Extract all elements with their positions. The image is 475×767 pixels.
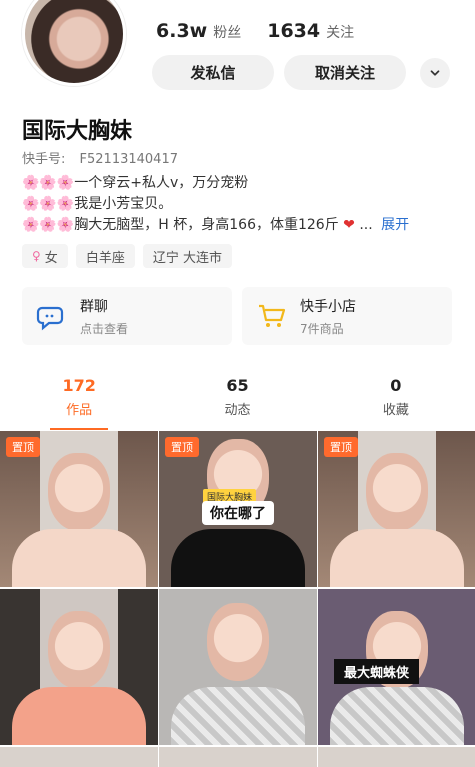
shopping-cart-icon	[259, 304, 286, 327]
tab-label: 动态	[224, 403, 251, 418]
thumbnail-art	[366, 453, 428, 531]
bio-line: 🌸🌸🌸一个穿云+私人v，万分宠粉	[22, 175, 249, 191]
expand-bio-link[interactable]: 展开	[381, 217, 409, 233]
tag-text: 女	[44, 250, 58, 266]
tab-moments[interactable]: 65 动态	[158, 372, 316, 430]
video-thumbnail[interactable]: 置顶	[0, 431, 158, 587]
location-tag: 辽宁 大连市	[142, 244, 232, 268]
kuaishou-id-value: F52113140417	[79, 152, 178, 167]
thumbnail-art	[48, 611, 110, 689]
thumbnail-art	[48, 453, 110, 531]
tab-favorites[interactable]: 0 收藏	[317, 372, 475, 430]
profile-header: 6.3w 粉丝 1634 关注 发私信 取消关注	[0, 0, 475, 110]
tab-label: 收藏	[382, 403, 409, 418]
video-thumbnail[interactable]	[159, 747, 317, 767]
thumbnail-art	[330, 687, 464, 745]
card-subtitle: 点击查看	[80, 321, 129, 336]
kuaishou-id: 快手号: F52113140417	[22, 148, 178, 167]
followers-count[interactable]: 6.3w	[156, 20, 207, 42]
thumbnail-art	[12, 687, 146, 745]
bio-line: 🌸🌸🌸胸大无脑型，H 杯，身高166，体重126斤 ❤ ... 展开	[22, 215, 462, 236]
content-tabs: 172 作品 65 动态 0 收藏	[0, 372, 475, 430]
shop-card[interactable]: 快手小店 7件商品	[242, 287, 452, 345]
tag-text: 白羊座	[85, 250, 125, 266]
video-caption: 你在哪了	[202, 501, 274, 525]
zodiac-tag: 白羊座	[75, 244, 135, 268]
heart-icon: ❤	[343, 217, 355, 233]
gender-tag: ♀ 女	[22, 244, 68, 268]
thumbnail-art	[207, 603, 269, 681]
feature-cards: 群聊 点击查看 快手小店 7件商品	[22, 287, 452, 345]
stats-row: 6.3w 粉丝 1634 关注	[156, 20, 380, 42]
action-buttons: 发私信 取消关注	[152, 55, 450, 90]
group-chat-card[interactable]: 群聊 点击查看	[22, 287, 232, 345]
card-subtitle: 7件商品	[300, 321, 344, 336]
card-title: 群聊	[80, 298, 108, 315]
pinned-badge: 置顶	[324, 437, 358, 457]
female-icon: ♀	[32, 249, 41, 263]
profile-bio: 🌸🌸🌸一个穿云+私人v，万分宠粉 🌸🌸🌸我是小芳宝贝。 🌸🌸🌸胸大无脑型，H 杯…	[22, 173, 462, 236]
thumbnail-art	[171, 529, 305, 587]
video-thumbnail[interactable]	[0, 589, 158, 745]
tab-count: 65	[226, 376, 249, 395]
tag-text: 辽宁 大连市	[152, 250, 222, 266]
thumbnail-art	[330, 529, 464, 587]
pinned-badge: 置顶	[6, 437, 40, 457]
card-title: 快手小店	[300, 298, 356, 315]
bio-text: 🌸🌸🌸胸大无脑型，H 杯，身高166，体重126斤	[22, 217, 339, 233]
video-thumbnail[interactable]	[0, 747, 158, 767]
pinned-badge: 置顶	[165, 437, 199, 457]
profile-tags: ♀ 女 白羊座 辽宁 大连市	[22, 244, 240, 268]
tab-count: 172	[62, 376, 96, 395]
message-button[interactable]: 发私信	[152, 55, 274, 90]
more-options-button[interactable]	[420, 57, 450, 88]
video-thumbnail[interactable]: 置顶 国际大胸妹 你在哪了	[159, 431, 317, 587]
video-thumbnail[interactable]	[318, 747, 475, 767]
following-label: 关注	[326, 25, 355, 41]
following-count[interactable]: 1634	[267, 20, 320, 42]
video-thumbnail[interactable]: 置顶	[318, 431, 475, 587]
video-thumbnail[interactable]	[159, 589, 317, 745]
kuaishou-id-label: 快手号:	[22, 152, 66, 167]
tab-count: 0	[390, 376, 402, 395]
avatar[interactable]	[22, 0, 126, 86]
video-grid: 置顶 置顶 国际大胸妹 你在哪了 置顶 最大蜘蛛侠	[0, 431, 475, 767]
tab-label: 作品	[66, 403, 93, 418]
followers-label: 粉丝	[213, 25, 242, 41]
thumbnail-art	[171, 687, 305, 745]
unfollow-button[interactable]: 取消关注	[284, 55, 406, 90]
bio-line: 🌸🌸🌸我是小芳宝贝。	[22, 196, 173, 212]
thumbnail-art	[12, 529, 146, 587]
chat-bubble-icon	[36, 306, 64, 331]
tab-works[interactable]: 172 作品	[0, 372, 158, 430]
video-caption: 最大蜘蛛侠	[334, 659, 420, 684]
chevron-down-icon	[430, 69, 440, 76]
profile-name: 国际大胸妹	[22, 119, 133, 144]
bio-ellipsis: ...	[359, 217, 373, 233]
video-thumbnail[interactable]: 最大蜘蛛侠	[318, 589, 475, 745]
